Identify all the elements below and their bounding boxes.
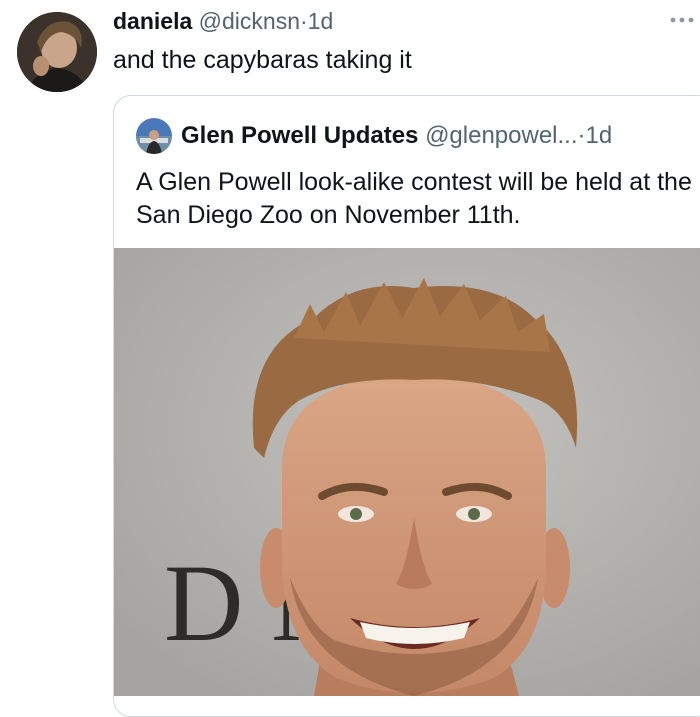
- display-name[interactable]: daniela: [113, 8, 192, 34]
- tweet-text: and the capybaras taking it: [113, 46, 412, 74]
- portrait-photo: D N: [114, 248, 700, 696]
- separator: ·: [300, 8, 308, 34]
- quote-handle[interactable]: @glenpowel...: [425, 122, 577, 149]
- tweet-header: daniela @dicknsn·1d: [113, 6, 333, 36]
- more-horizontal-icon[interactable]: [668, 10, 696, 30]
- avatar[interactable]: [17, 12, 97, 92]
- avatar-photo: [17, 12, 97, 92]
- quote-separator: ·: [577, 122, 586, 149]
- quote-media-image[interactable]: D N: [114, 248, 700, 696]
- quote-timestamp[interactable]: 1d: [586, 122, 613, 149]
- timestamp[interactable]: 1d: [308, 8, 334, 34]
- quote-avatar[interactable]: [136, 118, 172, 154]
- quote-display-name[interactable]: Glen Powell Updates: [181, 122, 418, 149]
- quote-avatar-photo: [136, 118, 172, 154]
- quoted-tweet[interactable]: Glen Powell Updates @glenpowel...·1d A G…: [113, 95, 700, 717]
- quote-text: A Glen Powell look-alike contest will be…: [136, 168, 692, 229]
- handle[interactable]: @dicknsn: [199, 8, 300, 34]
- quote-header: Glen Powell Updates @glenpowel...·1d: [181, 121, 612, 151]
